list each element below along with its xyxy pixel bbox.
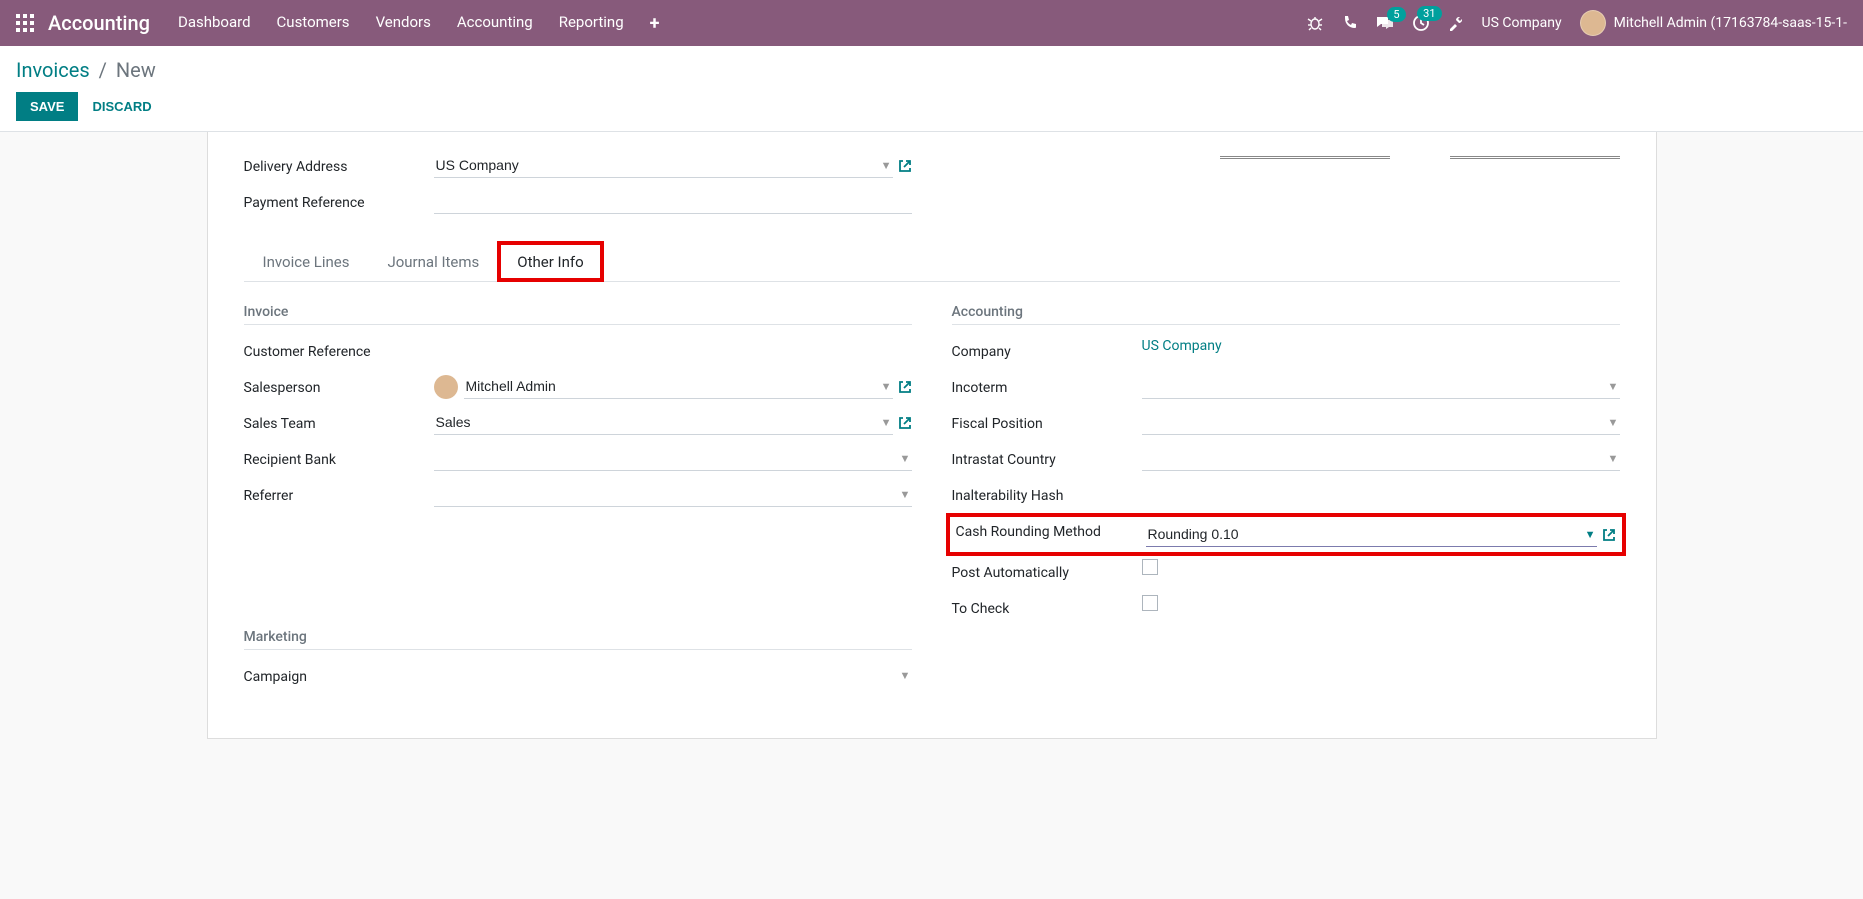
section-invoice: Invoice (244, 304, 912, 325)
brand-title: Accounting (48, 11, 150, 35)
referrer-input[interactable] (434, 482, 912, 507)
company-selector[interactable]: US Company (1482, 15, 1562, 31)
to-check-label: To Check (952, 595, 1142, 617)
form-sheet: Delivery Address ▼ Payment Reference (207, 132, 1657, 739)
payment-reference-input[interactable] (434, 189, 912, 214)
sales-team-label: Sales Team (244, 410, 434, 432)
placeholder-total-1 (1220, 156, 1390, 159)
notebook-tabs: Invoice Lines Journal Items Other Info (244, 242, 1620, 282)
highlighted-cash-rounding-row: Cash Rounding Method ▼ (946, 513, 1626, 556)
activity-badge: 31 (1417, 6, 1441, 21)
recipient-bank-input[interactable] (434, 446, 912, 471)
discard-button[interactable]: DISCARD (92, 92, 151, 121)
customer-reference-label: Customer Reference (244, 338, 434, 360)
external-link-icon[interactable] (898, 159, 912, 173)
inalterability-hash-label: Inalterability Hash (952, 482, 1142, 504)
tab-journal-items[interactable]: Journal Items (368, 242, 498, 281)
delivery-address-label: Delivery Address (244, 153, 434, 175)
referrer-label: Referrer (244, 482, 434, 504)
chat-icon[interactable]: 5 (1376, 15, 1394, 31)
avatar-icon (1580, 10, 1606, 36)
external-link-icon[interactable] (898, 380, 912, 394)
post-automatically-checkbox[interactable] (1142, 559, 1158, 575)
intrastat-country-input[interactable] (1142, 446, 1620, 471)
delivery-address-input[interactable] (434, 153, 893, 178)
sales-team-input[interactable] (434, 410, 893, 435)
menu-add-icon[interactable]: + (650, 13, 660, 34)
intrastat-country-label: Intrastat Country (952, 446, 1142, 468)
cash-rounding-method-label: Cash Rounding Method (956, 522, 1146, 540)
control-panel: Invoices / New SAVE DISCARD (0, 46, 1863, 132)
menu-reporting[interactable]: Reporting (559, 13, 624, 34)
salesperson-input[interactable] (464, 374, 893, 399)
fiscal-position-input[interactable] (1142, 410, 1620, 435)
activity-icon[interactable]: 31 (1412, 14, 1430, 32)
tab-invoice-lines[interactable]: Invoice Lines (244, 242, 369, 281)
chat-badge: 5 (1387, 7, 1405, 22)
menu-dashboard[interactable]: Dashboard (178, 13, 251, 34)
section-marketing: Marketing (244, 629, 912, 650)
phone-icon[interactable] (1342, 15, 1358, 31)
recipient-bank-label: Recipient Bank (244, 446, 434, 468)
incoterm-label: Incoterm (952, 374, 1142, 396)
campaign-input[interactable] (434, 663, 912, 687)
external-link-icon[interactable] (898, 416, 912, 430)
menu-vendors[interactable]: Vendors (376, 13, 431, 34)
section-accounting: Accounting (952, 304, 1620, 325)
salesperson-label: Salesperson (244, 374, 434, 396)
breadcrumb-root[interactable]: Invoices (16, 58, 90, 82)
placeholder-total-2 (1450, 156, 1620, 159)
systray: 5 31 US Company Mitchell Admin (17163784… (1306, 10, 1847, 36)
user-menu[interactable]: Mitchell Admin (17163784-saas-15-1- (1580, 10, 1847, 36)
main-menu: Dashboard Customers Vendors Accounting R… (178, 13, 659, 34)
top-nav: Accounting Dashboard Customers Vendors A… (0, 0, 1863, 46)
tools-icon[interactable] (1448, 15, 1464, 31)
bug-icon[interactable] (1306, 15, 1324, 31)
save-button[interactable]: SAVE (16, 92, 78, 121)
breadcrumb-sep: / (99, 58, 107, 82)
incoterm-input[interactable] (1142, 374, 1620, 399)
to-check-checkbox[interactable] (1142, 595, 1158, 611)
company-value[interactable]: US Company (1142, 338, 1222, 354)
menu-accounting[interactable]: Accounting (457, 13, 533, 34)
cash-rounding-method-input[interactable] (1146, 522, 1597, 547)
post-automatically-label: Post Automatically (952, 559, 1142, 581)
company-label: Company (952, 338, 1142, 360)
menu-customers[interactable]: Customers (277, 13, 350, 34)
external-link-icon[interactable] (1602, 528, 1616, 542)
apps-icon[interactable] (16, 14, 34, 32)
breadcrumb-leaf: New (116, 58, 156, 82)
tab-other-info[interactable]: Other Info (498, 242, 602, 281)
payment-reference-label: Payment Reference (244, 189, 434, 211)
campaign-label: Campaign (244, 663, 434, 685)
user-name: Mitchell Admin (17163784-saas-15-1- (1614, 15, 1847, 31)
breadcrumb: Invoices / New (16, 58, 1847, 82)
fiscal-position-label: Fiscal Position (952, 410, 1142, 432)
salesperson-avatar-icon (434, 375, 458, 399)
